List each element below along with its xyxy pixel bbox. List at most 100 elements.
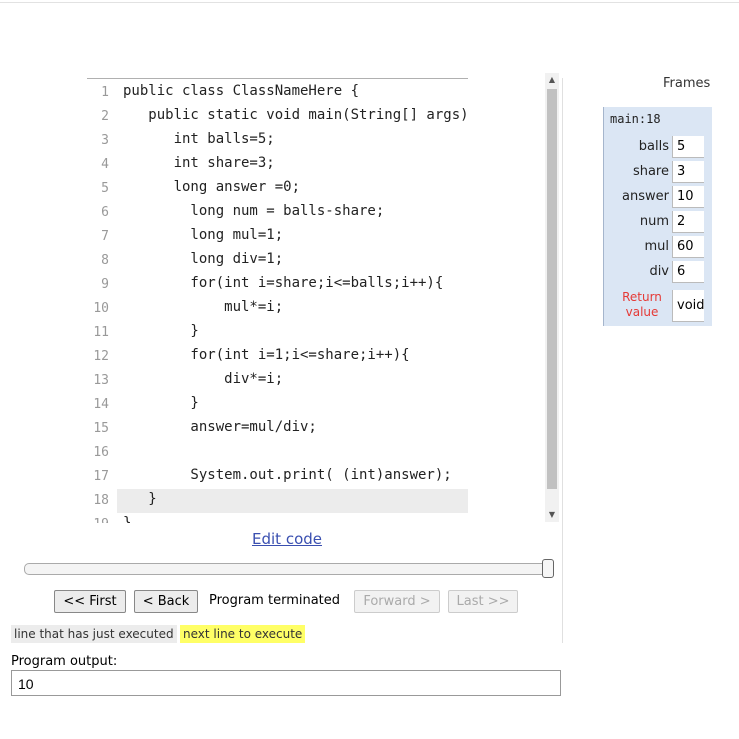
line-number: 11	[93, 325, 109, 340]
code-text: answer=mul/div;	[123, 419, 317, 435]
variable-value: 5	[672, 136, 704, 158]
code-line: 9 for(int i=share;i<=balls;i++){	[87, 273, 468, 297]
code-line: 8 long div=1;	[87, 249, 468, 273]
line-number: 6	[101, 205, 109, 220]
first-button[interactable]: << First	[54, 590, 126, 613]
scrollbar-thumb[interactable]	[547, 89, 557, 489]
frame-variable: div 6	[604, 260, 713, 285]
line-number: 5	[101, 181, 109, 196]
legend-next-line: next line to execute	[180, 625, 306, 643]
code-text: }	[123, 515, 132, 523]
frame-name: main:18	[610, 112, 661, 126]
line-number: 8	[101, 253, 109, 268]
frames-title: Frames	[663, 76, 711, 91]
code-text: div*=i;	[123, 371, 284, 387]
edit-code-link[interactable]: Edit code	[252, 530, 322, 548]
variable-name: num	[639, 214, 669, 229]
line-number: 18	[93, 493, 109, 508]
variable-value: 3	[672, 161, 704, 183]
last-button[interactable]: Last >>	[448, 590, 518, 613]
line-number: 1	[101, 85, 109, 100]
code-line: 13 div*=i;	[87, 369, 468, 393]
code-line: 16	[87, 441, 468, 465]
code-text: long div=1;	[123, 251, 284, 267]
frame-variable: answer 10	[604, 185, 713, 210]
execution-status: Program terminated	[209, 593, 341, 608]
variable-name: balls	[638, 139, 669, 154]
code-text: public static void main(String[] args) {	[123, 107, 468, 123]
code-text: for(int i=1;i<=share;i++){	[123, 347, 410, 363]
return-value: void	[672, 290, 705, 322]
line-number: 12	[93, 349, 109, 364]
code-line: 14 }	[87, 393, 468, 417]
code-text: }	[123, 491, 157, 507]
code-line: 10 mul*=i;	[87, 297, 468, 321]
code-text: System.out.print( (int)answer);	[123, 467, 452, 483]
line-number: 4	[101, 157, 109, 172]
code-text: }	[123, 395, 199, 411]
code-line: 18 }	[93, 489, 468, 513]
variable-value: 10	[672, 186, 704, 208]
execution-slider[interactable]	[24, 559, 554, 578]
scroll-down-arrow-icon[interactable]: ▼	[545, 508, 559, 522]
frame-variable: balls 5	[604, 135, 713, 160]
code-text: }	[123, 323, 199, 339]
top-divider	[0, 2, 739, 3]
code-text: for(int i=share;i<=balls;i++){	[123, 275, 444, 291]
panel-divider	[562, 78, 563, 643]
code-text: long num = balls-share;	[123, 203, 385, 219]
variable-name: mul	[644, 239, 669, 254]
code-panel: 1 public class ClassNameHere { 2 public st…	[87, 78, 468, 523]
stack-frame: main:18 balls 5 share 3 answer 10 num 2 mul 60 div…	[603, 107, 712, 326]
code-line: 3 int balls=5;	[87, 129, 468, 153]
scroll-up-arrow-icon[interactable]: ▲	[545, 73, 559, 87]
line-number: 10	[93, 301, 109, 316]
code-line: 5 long answer =0;	[87, 177, 468, 201]
code-text: int share=3;	[123, 155, 275, 171]
variable-name: answer	[622, 189, 669, 204]
forward-button[interactable]: Forward >	[354, 590, 440, 613]
line-number: 17	[93, 469, 109, 484]
code-line: 7 long mul=1;	[87, 225, 468, 249]
code-line: 2 public static void main(String[] args)…	[87, 105, 468, 129]
line-number: 9	[101, 277, 109, 292]
code-text: long mul=1;	[123, 227, 284, 243]
variable-name: share	[632, 164, 669, 179]
return-value-label: Return value	[615, 290, 669, 320]
code-text: public class ClassNameHere {	[123, 83, 360, 99]
line-number: 15	[93, 421, 109, 436]
frame-variable: num 2	[604, 210, 713, 235]
variable-value: 2	[672, 211, 704, 233]
code-line: 19}	[87, 513, 468, 523]
line-number: 7	[101, 229, 109, 244]
code-text: int balls=5;	[123, 131, 275, 147]
code-line: 1 public class ClassNameHere {	[87, 81, 468, 105]
line-number: 13	[93, 373, 109, 388]
program-output-label: Program output:	[11, 654, 118, 669]
slider-handle[interactable]	[542, 559, 554, 578]
code-line: 12 for(int i=1;i<=share;i++){	[87, 345, 468, 369]
line-number: 3	[101, 133, 109, 148]
line-number: 14	[93, 397, 109, 412]
program-output-box[interactable]: 10	[11, 670, 561, 696]
code-line: 6 long num = balls-share;	[87, 201, 468, 225]
code-line: 11 }	[87, 321, 468, 345]
code-line: 15 answer=mul/div;	[87, 417, 468, 441]
return-value-row: Return value void	[604, 290, 713, 322]
frame-variable: mul 60	[604, 235, 713, 260]
variable-value: 6	[672, 261, 704, 283]
line-number: 16	[93, 445, 109, 460]
line-number: 2	[101, 109, 109, 124]
line-number: 19	[87, 517, 109, 523]
return-label-line1: Return	[622, 290, 662, 304]
code-line: 4 int share=3;	[87, 153, 468, 177]
code-text: mul*=i;	[123, 299, 284, 315]
code-line: 17 System.out.print( (int)answer);	[87, 465, 468, 489]
legend-executed-line: line that has just executed	[11, 625, 177, 643]
back-button[interactable]: < Back	[134, 590, 198, 613]
code-scrollbar[interactable]: ▲ ▼	[545, 73, 559, 522]
frame-variable: share 3	[604, 160, 713, 185]
return-label-line2: value	[625, 305, 659, 319]
variable-name: div	[649, 264, 669, 279]
code-text: long answer =0;	[123, 179, 301, 195]
